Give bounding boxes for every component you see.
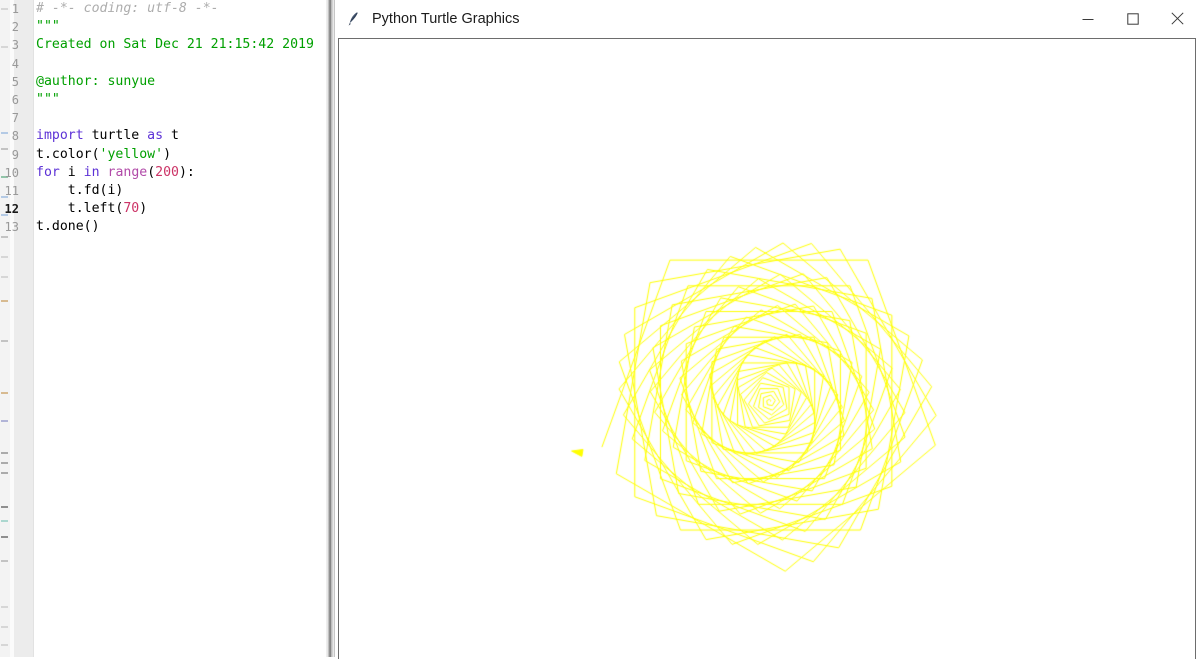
code-token: Created on Sat Dec 21 21:15:42 2019 [36, 37, 314, 52]
code-line[interactable]: 13t.done() [34, 218, 334, 236]
code-token: t [163, 128, 179, 143]
code-token: range [108, 165, 148, 180]
code-token: ) [163, 147, 171, 162]
code-token: 'yellow' [100, 147, 164, 162]
line-number: 1 [0, 0, 19, 18]
line-number: 8 [0, 127, 19, 145]
code-text [34, 56, 36, 71]
minimap-mark [1, 472, 8, 474]
code-text: # -*- coding: utf-8 -*- [34, 1, 219, 16]
window-titlebar[interactable]: Python Turtle Graphics [335, 0, 1200, 37]
code-text: t.left(70) [34, 201, 147, 216]
code-line[interactable]: 9t.color('yellow') [34, 146, 334, 164]
code-line[interactable]: 1# -*- coding: utf-8 -*- [34, 0, 334, 18]
code-token: in [84, 165, 100, 180]
minimap-mark [1, 256, 8, 258]
code-text: @author: sunyue [34, 74, 155, 89]
code-token [100, 165, 108, 180]
line-number: 2 [0, 18, 19, 36]
minimize-button[interactable] [1065, 0, 1110, 37]
code-token: """ [36, 19, 60, 34]
minimap-mark [1, 626, 8, 628]
code-text: for i in range(200): [34, 165, 195, 180]
minimap-mark [1, 506, 8, 508]
code-token: ( [147, 165, 155, 180]
line-number: 11 [0, 182, 19, 200]
line-number: 9 [0, 146, 19, 164]
python-feather-icon [345, 10, 363, 28]
code-token: import [36, 128, 84, 143]
code-token: # -*- coding: utf-8 -*- [36, 1, 219, 16]
code-token: 70 [123, 201, 139, 216]
minimap-mark [1, 520, 8, 522]
line-number: 12 [0, 200, 19, 218]
code-line[interactable]: 6""" [34, 91, 334, 109]
line-number: 5 [0, 73, 19, 91]
code-token: as [147, 128, 163, 143]
code-token: turtle [84, 128, 148, 143]
minimap-mark [1, 420, 8, 422]
code-text: Created on Sat Dec 21 21:15:42 2019 [34, 37, 314, 52]
line-number: 10 [0, 164, 19, 182]
code-token: i [60, 165, 84, 180]
code-token: for [36, 165, 60, 180]
code-line[interactable]: 7 [34, 109, 334, 127]
minimap-mark [1, 462, 8, 464]
code-text: t.fd(i) [34, 183, 123, 198]
minimap-mark [1, 606, 8, 608]
code-token: """ [36, 92, 60, 107]
code-line[interactable]: 10for i in range(200): [34, 164, 334, 182]
code-token: t.color( [36, 147, 100, 162]
line-number: 13 [0, 218, 19, 236]
code-line[interactable]: 8import turtle as t [34, 127, 334, 145]
minimap-mark [1, 560, 8, 562]
editor-code-area[interactable]: 1# -*- coding: utf-8 -*-2"""3Created on … [34, 0, 334, 657]
window-title: Python Turtle Graphics [372, 11, 1065, 27]
minimap-mark [1, 300, 8, 302]
maximize-button[interactable] [1110, 0, 1155, 37]
code-text: """ [34, 92, 60, 107]
minimap-mark [1, 536, 8, 538]
code-token: t.fd(i) [36, 183, 123, 198]
line-number: 7 [0, 109, 19, 127]
code-token: t.left( [36, 201, 123, 216]
minimap-mark [1, 452, 8, 454]
minimap-mark [1, 392, 8, 394]
code-token: 200 [155, 165, 179, 180]
code-token: ) [139, 201, 147, 216]
code-token: ): [179, 165, 195, 180]
turtle-drawing-canvas[interactable] [339, 39, 1196, 659]
code-token: @author: sunyue [36, 74, 155, 89]
line-number: 3 [0, 36, 19, 54]
code-line-active[interactable]: 12 t.left(70) [34, 200, 334, 218]
code-token: t.done() [36, 219, 100, 234]
minimap-mark [1, 644, 8, 646]
line-number: 6 [0, 91, 19, 109]
turtle-canvas-frame [338, 38, 1196, 659]
editor-vertical-scrollbar[interactable] [326, 0, 334, 657]
code-text: """ [34, 19, 60, 34]
line-number: 4 [0, 55, 19, 73]
code-line[interactable]: 11 t.fd(i) [34, 182, 334, 200]
code-text [34, 110, 36, 125]
code-line[interactable]: 2""" [34, 18, 334, 36]
code-editor-pane[interactable]: 1# -*- coding: utf-8 -*-2"""3Created on … [0, 0, 334, 657]
code-line[interactable]: 4 [34, 55, 334, 73]
close-button[interactable] [1155, 0, 1200, 37]
python-turtle-graphics-window[interactable]: Python Turtle Graphics [334, 0, 1200, 657]
code-text: t.color('yellow') [34, 147, 171, 162]
code-line[interactable]: 5@author: sunyue [34, 73, 334, 91]
code-line[interactable]: 3Created on Sat Dec 21 21:15:42 2019 [34, 36, 334, 54]
code-text: t.done() [34, 219, 100, 234]
minimap-mark [1, 276, 8, 278]
minimap-mark [1, 340, 8, 342]
code-text: import turtle as t [34, 128, 179, 143]
